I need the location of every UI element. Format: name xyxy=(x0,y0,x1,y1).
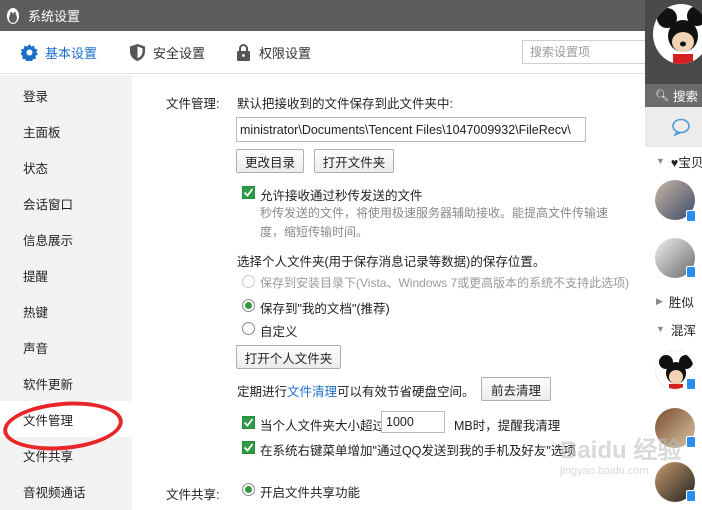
sidebar-item-av-call[interactable]: 音视频通话 xyxy=(0,473,132,509)
allow-secpass-label: 允许接收通过秒传发送的文件 xyxy=(260,189,423,203)
collapse-triangle-icon: ▼ xyxy=(656,156,665,166)
radio-my-documents[interactable] xyxy=(242,299,255,312)
sidebar-item-status[interactable]: 状态 xyxy=(0,149,132,185)
size-limit-suffix: MB时，提醒我清理 xyxy=(454,419,561,433)
radio-install-dir-label: 保存到安装目录下(Vista、Windows 7或更高版本的系统不支持此选项) xyxy=(260,276,630,290)
sidebar-item-sound[interactable]: 声音 xyxy=(0,329,132,365)
size-limit-input[interactable] xyxy=(381,411,445,433)
radio-enable-file-sharing[interactable] xyxy=(242,483,255,496)
group-label: 胜似 xyxy=(668,295,694,310)
qq-search-bar[interactable]: 🔍︎ 搜索 xyxy=(645,84,702,107)
user-avatar[interactable] xyxy=(653,4,702,64)
sidebar-item-hotkeys[interactable]: 热键 xyxy=(0,293,132,329)
phone-online-icon xyxy=(686,210,696,222)
sidebar-item-main-panel[interactable]: 主面板 xyxy=(0,113,132,149)
tab-label: 安全设置 xyxy=(153,46,206,61)
qq-tab-strip xyxy=(645,107,702,147)
size-limit-checkbox[interactable] xyxy=(242,416,255,429)
go-cleanup-button[interactable]: 前去清理 xyxy=(481,377,551,401)
sidebar-item-software-update[interactable]: 软件更新 xyxy=(0,365,132,401)
sidebar-item-file-management[interactable]: 文件管理 xyxy=(0,401,132,437)
mickey-avatar-icon xyxy=(657,6,702,64)
sidebar-item-chat-window[interactable]: 会话窗口 xyxy=(0,185,132,221)
settings-sidebar: 登录 主面板 状态 会话窗口 信息展示 提醒 热键 声音 软件更新 文件管理 文… xyxy=(0,75,132,510)
settings-content: 文件管理: 默认把接收到的文件保存到此文件夹中: 更改目录 打开文件夹 允许接收… xyxy=(132,75,645,510)
radio-install-dir[interactable] xyxy=(242,275,255,288)
lock-icon xyxy=(234,44,252,62)
qq-penguin-icon xyxy=(4,7,22,25)
qq-main-panel: 🔍︎ 搜索 ▼ ♥宝贝 ▶ 胜似 ▼ 混浑 xyxy=(645,0,702,510)
change-directory-button[interactable]: 更改目录 xyxy=(236,149,304,173)
allow-secpass-checkbox[interactable] xyxy=(242,186,255,199)
file-save-path-input[interactable] xyxy=(236,117,586,142)
title-bar[interactable]: 系统设置 xyxy=(0,0,645,31)
radio-my-documents-label: 保存到"我的文档"(推荐) xyxy=(260,302,390,316)
context-menu-label: 在系统右键菜单增加"通过QQ发送到我的手机及好友"选项 xyxy=(260,444,576,458)
chat-bubble-icon[interactable] xyxy=(671,118,691,136)
qq-panel-header xyxy=(645,0,702,84)
open-personal-folder-button[interactable]: 打开个人文件夹 xyxy=(236,345,341,369)
file-sharing-section-label: 文件共享: xyxy=(166,488,220,502)
tab-permission-settings[interactable]: 权限设置 xyxy=(234,31,311,74)
cleanup-text: 定期进行文件清理可以有效节省硬盘空间。 xyxy=(237,381,475,400)
phone-online-icon xyxy=(686,490,696,502)
gear-icon xyxy=(20,44,38,62)
tab-security-settings[interactable]: 安全设置 xyxy=(128,31,205,74)
radio-custom-label: 自定义 xyxy=(260,325,298,339)
shield-icon xyxy=(128,44,146,62)
phone-online-icon xyxy=(686,266,696,278)
window-title: 系统设置 xyxy=(28,9,81,24)
sidebar-item-file-sharing[interactable]: 文件共享 xyxy=(0,437,132,473)
top-nav: 基本设置 安全设置 权限设置 xyxy=(0,31,645,74)
enable-file-sharing-label: 开启文件共享功能 xyxy=(260,486,361,500)
cleanup-prefix: 定期进行 xyxy=(237,385,288,399)
personal-folder-label: 选择个人文件夹(用于保存消息记录等数据)的保存位置。 xyxy=(237,255,546,269)
collapse-triangle-icon: ▼ xyxy=(656,324,665,334)
search-icon: 🔍︎ xyxy=(655,90,669,102)
save-to-label: 默认把接收到的文件保存到此文件夹中: xyxy=(237,97,453,111)
sidebar-item-info-display[interactable]: 信息展示 xyxy=(0,221,132,257)
qq-group-row[interactable]: ▶ 胜似 xyxy=(645,288,702,314)
qq-group-row[interactable]: ▼ ♥宝贝 xyxy=(645,148,702,174)
checkmark-icon xyxy=(243,188,254,197)
file-cleanup-link[interactable]: 文件清理 xyxy=(287,385,337,399)
context-menu-checkbox[interactable] xyxy=(242,441,255,454)
group-label: ♥宝贝 xyxy=(670,155,702,170)
sidebar-item-reminder[interactable]: 提醒 xyxy=(0,257,132,293)
tab-basic-settings[interactable]: 基本设置 xyxy=(20,31,97,74)
expand-triangle-icon: ▶ xyxy=(656,295,663,306)
phone-online-icon xyxy=(686,378,696,390)
checkmark-icon xyxy=(243,443,254,452)
radio-custom[interactable] xyxy=(242,322,255,335)
sidebar-item-login[interactable]: 登录 xyxy=(0,77,132,113)
phone-online-icon xyxy=(686,436,696,448)
file-management-section-label: 文件管理: xyxy=(166,97,220,111)
size-limit-prefix: 当个人文件夹大小超过 xyxy=(260,419,386,433)
cleanup-suffix: 可以有效节省硬盘空间。 xyxy=(337,385,475,399)
tab-label: 权限设置 xyxy=(259,46,312,61)
tab-label: 基本设置 xyxy=(45,46,98,61)
settings-search-input[interactable] xyxy=(522,40,645,64)
qq-search-label: 搜索 xyxy=(672,90,698,104)
qq-group-row[interactable]: ▼ 混浑 xyxy=(645,316,702,342)
group-label: 混浑 xyxy=(670,323,696,338)
allow-secpass-hint: 秒传发送的文件，将使用极速服务器辅助接收。能提高文件传输速度，缩短传输时间。 xyxy=(260,206,609,239)
checkmark-icon xyxy=(243,418,254,427)
open-folder-button[interactable]: 打开文件夹 xyxy=(314,149,394,173)
